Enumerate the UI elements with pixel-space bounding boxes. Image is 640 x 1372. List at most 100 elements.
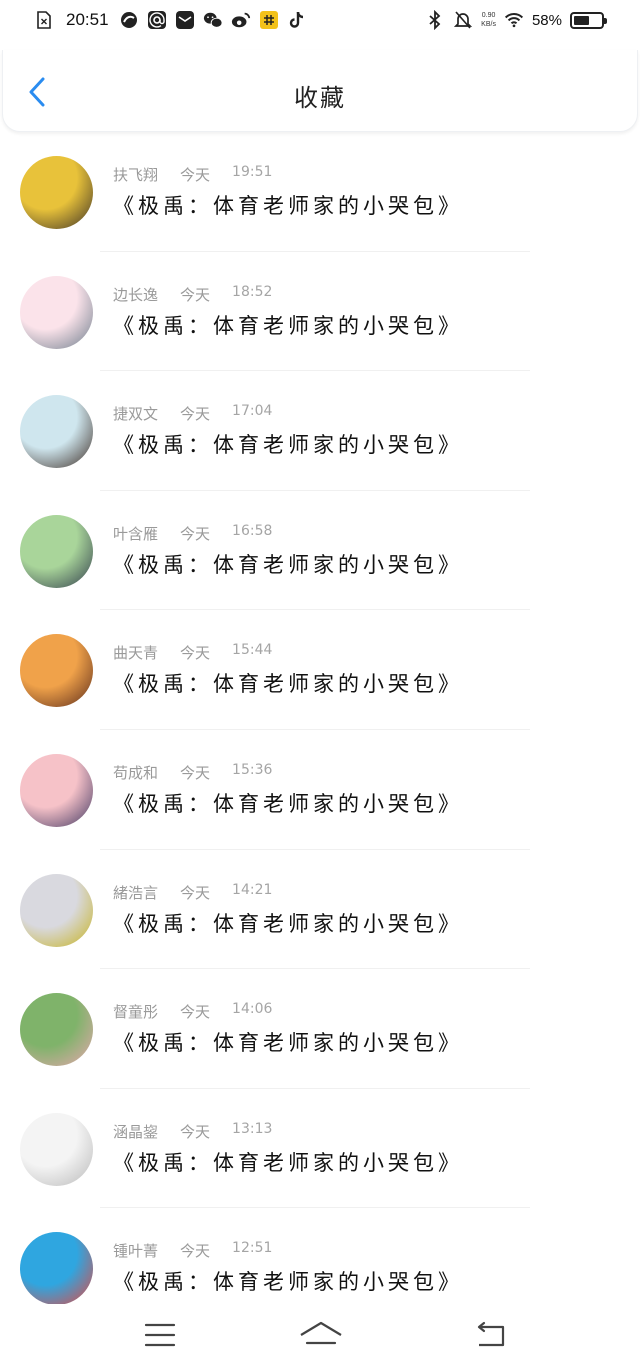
timestamp: 16:58 — [232, 522, 273, 539]
app-notification-icon — [119, 10, 139, 30]
item-title[interactable]: 《极禹：体育老师家的小哭包》 — [113, 549, 463, 579]
author-name: 督童彤 — [113, 1003, 159, 1022]
return-icon — [473, 1321, 507, 1353]
item-title[interactable]: 《极禹：体育老师家的小哭包》 — [113, 1147, 463, 1177]
menu-button[interactable] — [140, 1320, 180, 1354]
avatar[interactable] — [20, 634, 93, 708]
day-label: 今天 — [180, 524, 211, 543]
item-meta: 苟成和 今天 15:36 — [113, 762, 272, 783]
day-label: 今天 — [180, 1003, 211, 1022]
author-name: 扶飞翔 — [113, 166, 159, 184]
item-meta: 緒浩言 今天 14:21 — [113, 882, 272, 903]
avatar[interactable] — [20, 1232, 93, 1306]
item-title[interactable]: 《极禹：体育老师家的小哭包》 — [113, 788, 463, 818]
timestamp: 14:21 — [232, 881, 273, 898]
mute-bell-icon — [453, 10, 473, 30]
network-speed: 0.90 KB/s — [481, 11, 496, 29]
page-title: 收藏 — [294, 84, 346, 112]
author-name: 曲天青 — [113, 644, 159, 663]
avatar[interactable] — [20, 395, 93, 469]
item-title[interactable]: 《极禹：体育老师家的小哭包》 — [113, 668, 463, 698]
status-bar: 20:51 0.90 KB/s 58% — [0, 0, 640, 50]
author-name: 叶含雁 — [113, 524, 159, 543]
favorite-item[interactable]: 曲天青 今天 15:44 《极禹：体育老师家的小哭包》 — [0, 610, 640, 730]
favorites-list: 扶飞翔 今天 19:51 《极禹：体育老师家的小哭包》 边长逸 今天 18:52 《极禹：体育… — [0, 132, 640, 1328]
clock: 20:51 — [66, 10, 109, 29]
wechat-icon — [203, 10, 223, 30]
author-name: 苟成和 — [113, 763, 159, 782]
status-right: 0.90 KB/s 58% — [425, 10, 607, 30]
bluetooth-icon — [425, 10, 445, 30]
author-name: 緒浩言 — [113, 883, 159, 902]
day-label: 今天 — [180, 1122, 211, 1141]
timestamp: 18:52 — [232, 283, 273, 300]
favorite-item[interactable]: 边长逸 今天 18:52 《极禹：体育老师家的小哭包》 — [0, 252, 640, 372]
status-left: 20:51 — [34, 10, 307, 30]
author-name: 锺叶菁 — [113, 1242, 159, 1261]
timestamp: 15:44 — [232, 642, 273, 659]
network-speed-value: 0.90 — [481, 12, 496, 19]
timestamp: 15:36 — [232, 761, 273, 778]
tiktok-icon — [287, 10, 307, 30]
menu-icon — [144, 1322, 176, 1352]
favorite-item[interactable]: 緒浩言 今天 14:21 《极禹：体育老师家的小哭包》 — [0, 850, 640, 970]
favorite-item[interactable]: 苟成和 今天 15:36 《极禹：体育老师家的小哭包》 — [0, 730, 640, 850]
day-label: 今天 — [180, 285, 211, 304]
network-speed-unit: KB/s — [481, 21, 496, 28]
avatar[interactable] — [20, 514, 93, 588]
author-name: 涵晶鋆 — [113, 1122, 159, 1141]
email-at-icon — [147, 10, 167, 30]
avatar[interactable] — [20, 275, 93, 349]
nav-bar: 收藏 — [2, 50, 638, 132]
item-title[interactable]: 《极禹：体育老师家的小哭包》 — [113, 190, 463, 220]
avatar[interactable] — [20, 753, 93, 827]
timestamp: 19:51 — [232, 164, 273, 180]
item-title[interactable]: 《极禹：体育老师家的小哭包》 — [113, 1266, 463, 1296]
yellow-app-icon — [259, 10, 279, 30]
item-title[interactable]: 《极禹：体育老师家的小哭包》 — [113, 429, 463, 459]
favorite-item[interactable]: 捷双文 今天 17:04 《极禹：体育老师家的小哭包》 — [0, 371, 640, 491]
item-meta: 边长逸 今天 18:52 — [113, 284, 272, 305]
home-button[interactable] — [298, 1320, 344, 1354]
day-label: 今天 — [180, 166, 211, 184]
favorite-item[interactable]: 扶飞翔 今天 19:51 《极禹：体育老师家的小哭包》 — [0, 132, 640, 252]
item-meta: 叶含雁 今天 16:58 — [113, 523, 272, 544]
battery-icon — [570, 11, 607, 29]
item-meta: 锺叶菁 今天 12:51 — [113, 1240, 272, 1261]
timestamp: 14:06 — [232, 1001, 273, 1018]
favorite-item[interactable]: 叶含雁 今天 16:58 《极禹：体育老师家的小哭包》 — [0, 491, 640, 611]
battery-percent: 58% — [531, 11, 562, 29]
item-meta: 督童彤 今天 14:06 — [113, 1001, 272, 1022]
item-title[interactable]: 《极禹：体育老师家的小哭包》 — [113, 310, 463, 340]
day-label: 今天 — [180, 405, 211, 424]
favorite-item[interactable]: 涵晶鋆 今天 13:13 《极禹：体育老师家的小哭包》 — [0, 1089, 640, 1209]
item-title[interactable]: 《极禹：体育老师家的小哭包》 — [113, 1027, 463, 1057]
item-meta: 扶飞翔 今天 19:51 — [113, 164, 272, 185]
battery-level — [574, 15, 590, 25]
timestamp: 17:04 — [232, 403, 273, 420]
avatar[interactable] — [20, 873, 93, 947]
weibo-icon — [231, 10, 251, 30]
day-label: 今天 — [180, 763, 211, 782]
avatar[interactable] — [20, 1112, 93, 1186]
mail-icon — [175, 10, 195, 30]
item-title[interactable]: 《极禹：体育老师家的小哭包》 — [113, 908, 463, 938]
system-nav-bar — [0, 1304, 640, 1372]
day-label: 今天 — [180, 1242, 211, 1261]
wifi-icon — [504, 10, 524, 30]
author-name: 边长逸 — [113, 285, 159, 304]
item-meta: 捷双文 今天 17:04 — [113, 403, 272, 424]
day-label: 今天 — [180, 883, 211, 902]
sim-card-icon — [34, 10, 54, 30]
favorite-item[interactable]: 督童彤 今天 14:06 《极禹：体育老师家的小哭包》 — [0, 969, 640, 1089]
avatar[interactable] — [20, 993, 93, 1067]
timestamp: 12:51 — [232, 1240, 273, 1257]
avatar[interactable] — [20, 156, 93, 229]
day-label: 今天 — [180, 644, 211, 663]
return-button[interactable] — [470, 1320, 510, 1354]
home-icon — [299, 1321, 343, 1353]
timestamp: 13:13 — [232, 1120, 273, 1137]
author-name: 捷双文 — [113, 405, 159, 424]
item-meta: 涵晶鋆 今天 13:13 — [113, 1121, 272, 1142]
item-meta: 曲天青 今天 15:44 — [113, 642, 272, 663]
